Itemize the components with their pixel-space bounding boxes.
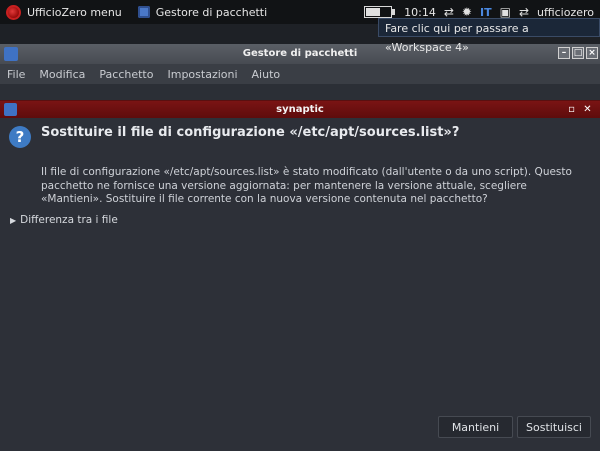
file-diff-expander[interactable]: ▶ Differenza tra i file: [10, 214, 118, 226]
battery-nub: [392, 9, 396, 15]
synaptic-icon: [4, 103, 17, 116]
sync-icon[interactable]: ⇄: [519, 5, 529, 19]
window-titlebar[interactable]: Gestore di pacchetti – □ ×: [0, 44, 600, 64]
username[interactable]: ufficiozero: [537, 6, 594, 19]
package-manager-icon: [4, 47, 18, 61]
maximize-icon[interactable]: ▫: [565, 103, 578, 116]
keyboard-layout-indicator[interactable]: IT: [480, 6, 492, 19]
keep-button[interactable]: Mantieni: [438, 416, 513, 438]
taskbar-item-package-manager[interactable]: Gestore di pacchetti: [132, 0, 273, 24]
maximize-icon[interactable]: □: [572, 47, 584, 59]
replace-button[interactable]: Sostituisci: [517, 416, 591, 438]
package-manager-icon: [137, 6, 150, 18]
dialog-message: Il file di configurazione «/etc/apt/sour…: [41, 166, 572, 205]
battery-level-fill: [366, 8, 381, 16]
dialog-heading: Sostituire il file di configurazione «/e…: [41, 125, 460, 140]
app-menu-button[interactable]: UfficioZero menu: [0, 0, 128, 24]
battery-icon[interactable]: [364, 6, 396, 18]
clock[interactable]: 10:14: [404, 6, 436, 19]
image-icon[interactable]: ▣: [500, 5, 511, 19]
workspace-tooltip: Fare clic qui per passare a «Workspace 4…: [378, 18, 600, 54]
taskbar-item-label: Gestore di pacchetti: [155, 5, 268, 19]
config-replace-dialog: synaptic ▫ ✕ ? Sostituire il file di con…: [0, 100, 600, 451]
app-menu-label: UfficioZero menu: [27, 5, 122, 19]
settings-icon[interactable]: ✹: [462, 5, 472, 19]
minimize-icon[interactable]: –: [558, 47, 570, 59]
menu-bar: File Modifica Pacchetto Impostazioni Aiu…: [0, 64, 600, 84]
menu-impostazioni[interactable]: Impostazioni: [160, 68, 244, 81]
menu-file[interactable]: File: [0, 68, 32, 81]
menu-pacchetto[interactable]: Pacchetto: [92, 68, 160, 81]
dialog-titlebar[interactable]: synaptic ▫ ✕: [0, 101, 600, 118]
network-icon[interactable]: ⇄: [444, 5, 454, 19]
expander-arrow-icon: ▶: [10, 215, 17, 225]
menu-modifica[interactable]: Modifica: [32, 68, 92, 81]
menu-aiuto[interactable]: Aiuto: [245, 68, 288, 81]
window-title: Gestore di pacchetti: [242, 48, 358, 59]
expander-label: Differenza tra i file: [20, 214, 118, 226]
question-icon: ?: [9, 126, 31, 148]
close-icon[interactable]: ×: [586, 47, 598, 59]
ufficiozero-logo-icon: [6, 4, 21, 20]
dialog-title: synaptic: [276, 104, 324, 115]
close-icon[interactable]: ✕: [581, 103, 594, 116]
